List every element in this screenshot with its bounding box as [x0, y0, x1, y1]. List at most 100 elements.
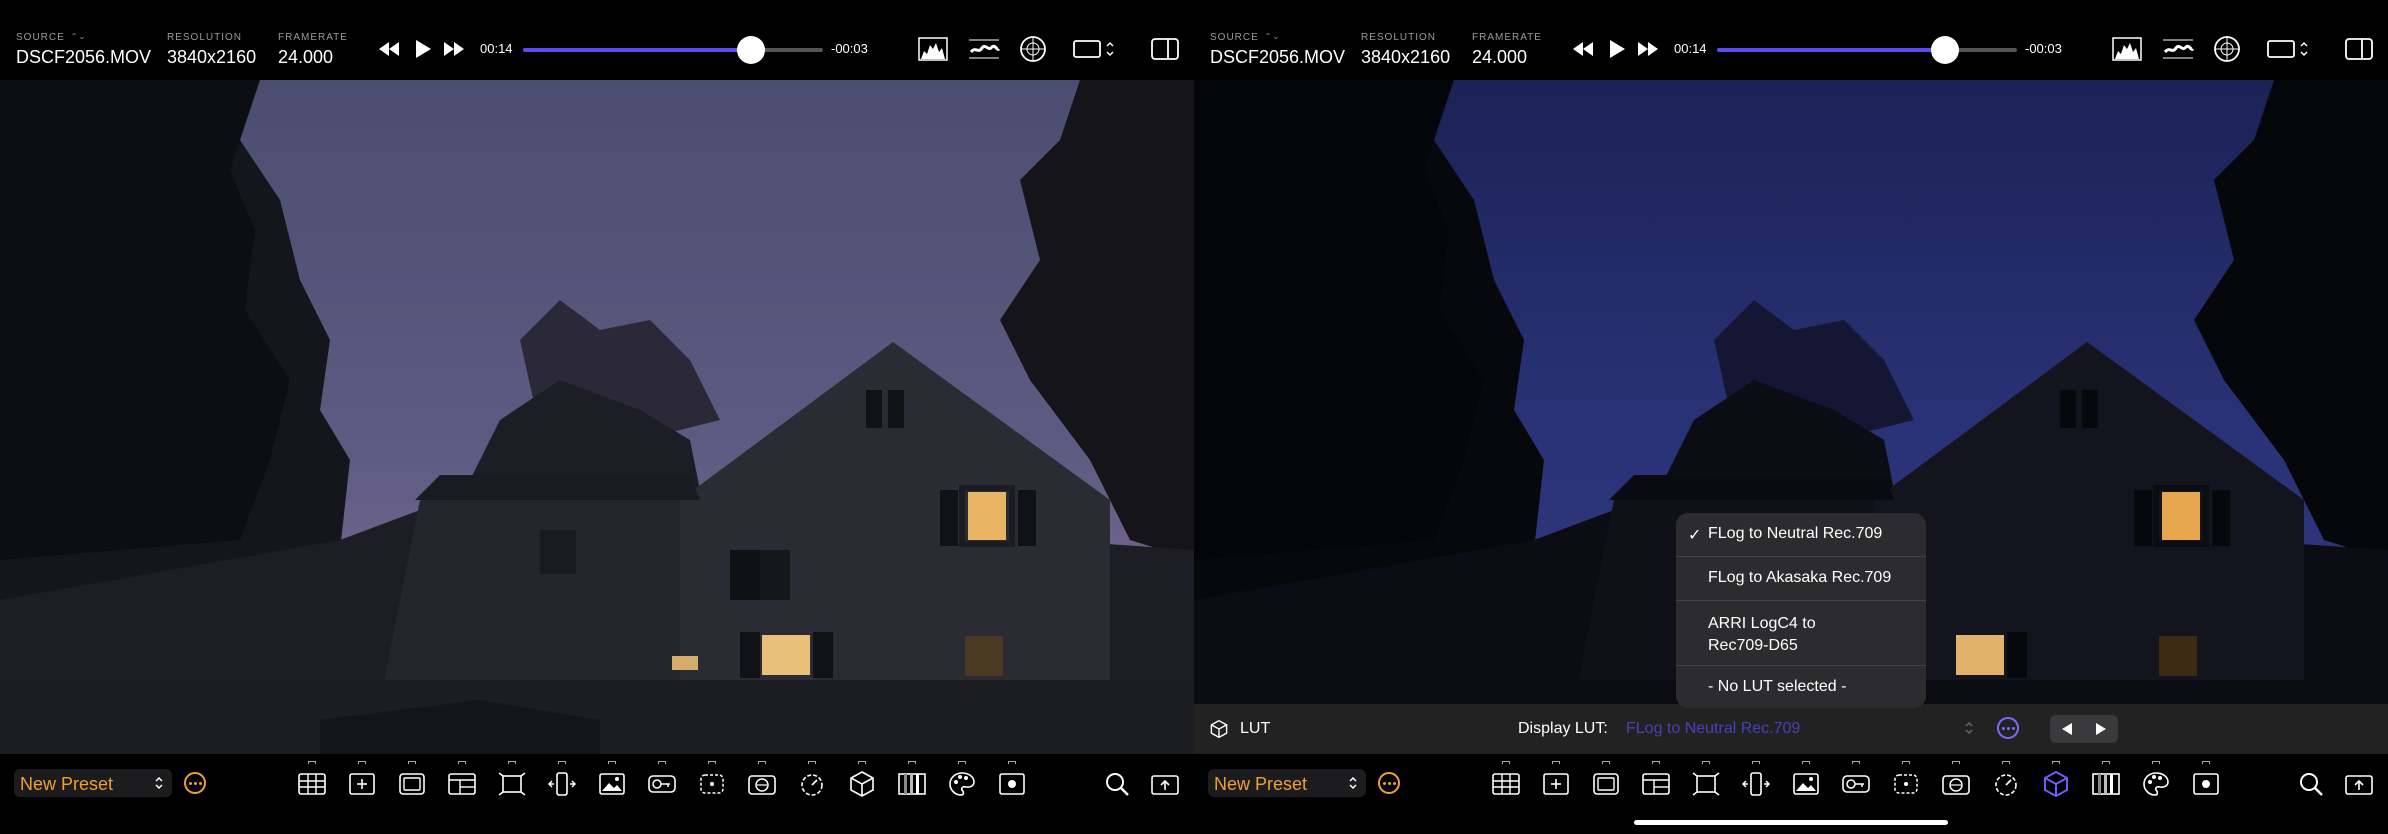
waveform-view-button[interactable] [968, 34, 1000, 64]
fast-forward-icon [1638, 42, 1658, 56]
tool-grid[interactable] [1491, 761, 1521, 798]
source-label: SOURCE ⌃⌄ [1210, 32, 1281, 43]
scrubber-knob[interactable] [1931, 36, 1959, 64]
aspect-ratio-button[interactable] [1073, 34, 1117, 64]
top-bar: SOURCE ⌃⌄ DSCF2056.MOV RESOLUTION 3840x21… [1194, 0, 2388, 80]
scrubber[interactable] [1717, 36, 2017, 64]
histogram-icon [2112, 37, 2142, 61]
preset-selector[interactable]: New Preset [14, 769, 172, 797]
tool-histogram[interactable] [2091, 761, 2121, 798]
tool-key[interactable] [647, 761, 677, 798]
aspect-ratio-button[interactable] [2267, 34, 2311, 64]
tool-histogram[interactable] [897, 761, 927, 798]
preset-selector[interactable]: New Preset [1208, 769, 1366, 797]
tool-key[interactable] [1841, 761, 1871, 798]
search-button[interactable] [1102, 770, 1132, 798]
source-chevron-icon: ⌃⌄ [70, 32, 87, 41]
export-button[interactable] [1150, 772, 1180, 796]
tool-camera[interactable] [1941, 761, 1971, 798]
display-lut-select[interactable]: FLog to Neutral Rec.709 [1626, 720, 1800, 738]
tool-add[interactable] [347, 761, 377, 798]
resolution-info: RESOLUTION 3840x2160 [1361, 32, 1450, 68]
previous-lut-button[interactable] [2056, 721, 2078, 737]
tool-frame[interactable] [1591, 761, 1621, 798]
tool-record[interactable] [2191, 761, 2221, 798]
display-lut-label: Display LUT: [1518, 720, 1608, 737]
preset-more-button[interactable] [184, 772, 206, 794]
source-info[interactable]: SOURCE ⌃⌄ DSCF2056.MOV [16, 32, 151, 68]
tool-image[interactable] [1791, 761, 1821, 798]
tool-flip[interactable] [547, 761, 577, 798]
sidebar-toggle-button[interactable] [1150, 34, 1180, 64]
tool-focus[interactable] [1891, 761, 1921, 798]
fast-forward-button[interactable] [439, 36, 469, 62]
flip-icon [1742, 772, 1770, 796]
tool-layout[interactable] [1641, 761, 1671, 798]
lut-menu-item[interactable]: FLog to Neutral Rec.709 [1676, 525, 1926, 543]
framerate-value: 24.000 [1472, 47, 1528, 67]
home-indicator[interactable] [1634, 820, 1948, 825]
vectorscope-icon [2214, 36, 2240, 62]
play-button[interactable] [1602, 36, 1632, 62]
layout-icon [448, 773, 476, 795]
left-viewer-pane: SOURCE ⌃⌄ DSCF2056.MOV RESOLUTION 3840x21… [0, 0, 1194, 834]
focus-icon [1894, 774, 1918, 794]
triangle-right-icon [2096, 723, 2106, 735]
rewind-button[interactable] [1568, 36, 1598, 62]
play-button[interactable] [408, 36, 438, 62]
resolution-info: RESOLUTION 3840x2160 [167, 32, 256, 68]
crop-icon [498, 772, 526, 796]
vectorscope-view-button[interactable] [2212, 34, 2242, 64]
tool-timer[interactable] [1991, 761, 2021, 798]
tool-image[interactable] [597, 761, 627, 798]
tool-timer[interactable] [797, 761, 827, 798]
tool-focus[interactable] [697, 761, 727, 798]
chevron-updown-icon [1349, 776, 1357, 790]
search-button[interactable] [2296, 770, 2326, 798]
histogram-view-button[interactable] [917, 34, 949, 64]
rewind-icon [1573, 42, 1593, 56]
sidebar-toggle-button[interactable] [2344, 34, 2374, 64]
scrubber[interactable] [523, 36, 823, 64]
tool-add[interactable] [1541, 761, 1571, 798]
lut-menu-item[interactable]: - No LUT selected - [1676, 678, 1926, 696]
fast-forward-button[interactable] [1633, 36, 1663, 62]
waveform-view-button[interactable] [2162, 34, 2194, 64]
tool-record[interactable] [997, 761, 1027, 798]
add-frame-icon [349, 773, 375, 795]
timer-icon [1995, 774, 2017, 796]
top-bar: SOURCE ⌃⌄ DSCF2056.MOV RESOLUTION 3840x21… [0, 0, 1194, 80]
preset-label: New Preset [1214, 774, 1308, 794]
palette-icon [949, 772, 975, 796]
export-icon [2345, 775, 2373, 795]
next-lut-button[interactable] [2090, 721, 2112, 737]
tool-crop[interactable] [1691, 761, 1721, 798]
histogram-view-button[interactable] [2111, 34, 2143, 64]
lut-dropdown-menu: ✓ FLog to Neutral Rec.709 FLog to Akasak… [1676, 513, 1926, 708]
tool-lut-cube[interactable] [847, 761, 877, 798]
tool-camera[interactable] [747, 761, 777, 798]
lut-menu-item[interactable]: ARRI LogC4 to Rec709-D65 [1676, 613, 1836, 657]
tool-grid[interactable] [297, 761, 327, 798]
vectorscope-view-button[interactable] [1018, 34, 1048, 64]
tool-lut-cube-active[interactable] [2041, 761, 2071, 798]
camera-icon [748, 775, 776, 795]
elapsed-time: 00:14 [480, 41, 513, 56]
tool-crop[interactable] [497, 761, 527, 798]
source-filename: DSCF2056.MOV [16, 47, 152, 67]
lut-menu-item[interactable]: FLog to Akasaka Rec.709 [1676, 569, 1926, 587]
preset-label: New Preset [20, 774, 114, 794]
waveform-icon [969, 39, 1000, 59]
play-icon [1610, 40, 1625, 58]
tool-palette[interactable] [947, 761, 977, 798]
preset-more-button[interactable] [1378, 772, 1400, 794]
tool-flip[interactable] [1741, 761, 1771, 798]
source-info[interactable]: SOURCE ⌃⌄ DSCF2056.MOV [1210, 32, 1345, 68]
tool-layout[interactable] [447, 761, 477, 798]
export-button[interactable] [2344, 772, 2374, 796]
lut-more-button[interactable] [1997, 717, 2019, 739]
tool-frame[interactable] [397, 761, 427, 798]
scrubber-knob[interactable] [737, 36, 765, 64]
tool-palette[interactable] [2141, 761, 2171, 798]
rewind-button[interactable] [374, 36, 404, 62]
